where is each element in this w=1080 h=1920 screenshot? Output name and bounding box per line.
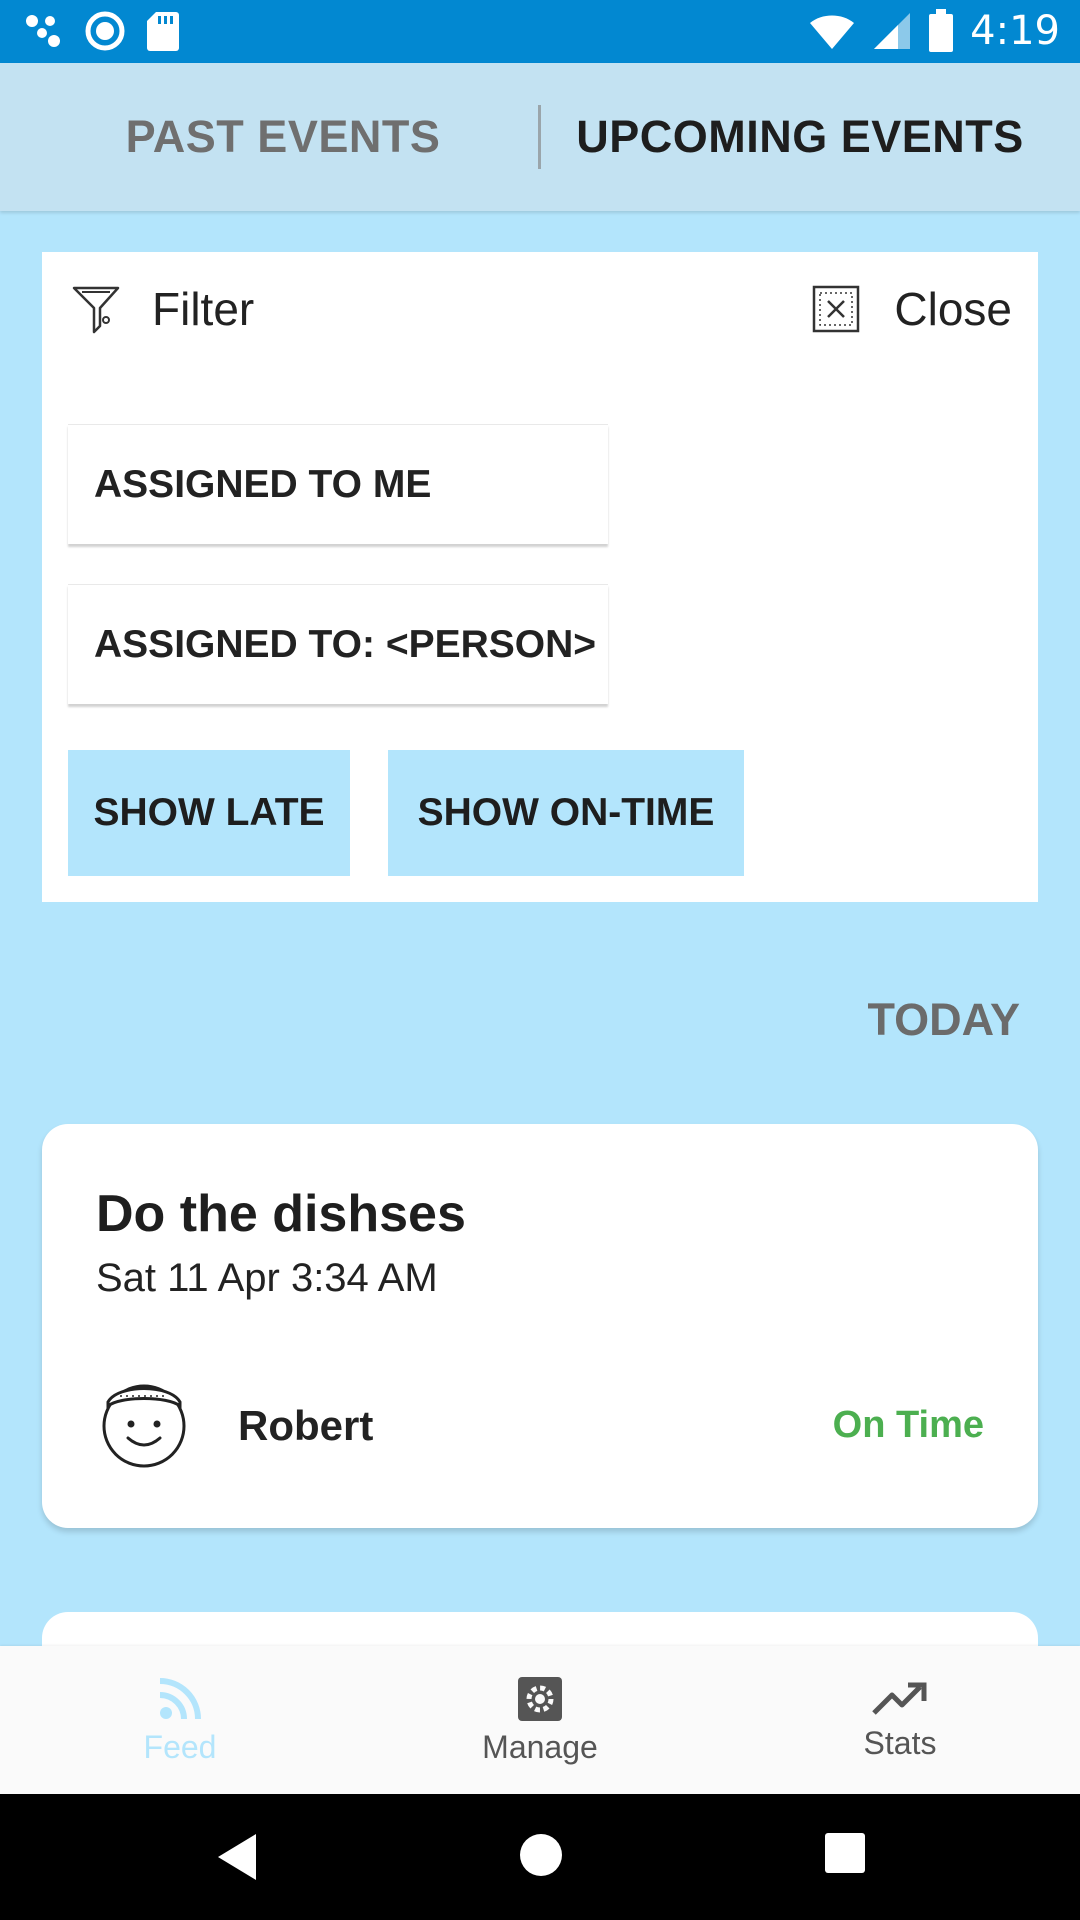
show-on-time-button[interactable]: SHOW ON-TIME [388, 750, 744, 876]
avatar-smiley-icon [102, 1384, 186, 1468]
rss-feed-icon [159, 1677, 201, 1719]
status-bar: 4:19 [0, 0, 1080, 63]
filter-header: Filter [72, 282, 254, 336]
status-badge: On Time [832, 1404, 984, 1446]
sd-card-icon [147, 12, 179, 51]
record-icon [85, 11, 125, 51]
nav-manage-label: Manage [482, 1728, 598, 1765]
nav-feed[interactable]: Feed [0, 1646, 360, 1794]
event-card[interactable]: Do the dishses Sat 11 Apr 3:34 AM Robert… [42, 1124, 1038, 1528]
tab-past-events[interactable]: PAST EVENTS [0, 63, 540, 211]
event-date: Sat 11 Apr 3:34 AM [96, 1256, 438, 1300]
event-title: Do the dishses [96, 1185, 466, 1243]
bottom-navigation: Feed Manage Stats [0, 1646, 1080, 1794]
dots-icon [26, 15, 60, 47]
filter-option-assigned-to-person[interactable]: ASSIGNED TO: <PERSON> [68, 584, 608, 704]
close-box-icon [813, 285, 860, 333]
back-icon[interactable] [216, 1832, 260, 1882]
nav-stats[interactable]: Stats [720, 1646, 1080, 1794]
trending-up-icon [872, 1682, 927, 1715]
event-tabs: PAST EVENTS UPCOMING EVENTS [0, 63, 1080, 211]
signal-icon [874, 13, 911, 49]
filter-title: Filter [152, 283, 255, 335]
gear-icon [518, 1676, 562, 1721]
show-late-button[interactable]: SHOW LATE [68, 750, 350, 876]
nav-stats-label: Stats [863, 1724, 937, 1761]
recents-icon[interactable] [824, 1832, 866, 1874]
wifi-icon [810, 15, 855, 49]
close-label: Close [894, 283, 1012, 335]
tab-upcoming-events[interactable]: UPCOMING EVENTS [540, 63, 1080, 211]
home-icon[interactable] [518, 1832, 564, 1878]
event-assignee: Robert [238, 1402, 374, 1449]
section-heading-today: TODAY [867, 994, 1020, 1045]
filter-funnel-icon [72, 286, 120, 334]
filter-option-assigned-to-me[interactable]: ASSIGNED TO ME [68, 424, 608, 544]
close-filter-button[interactable]: Close [812, 282, 1012, 336]
system-navigation-bar [0, 1794, 1080, 1920]
clock: 4:19 [970, 8, 1060, 54]
nav-feed-label: Feed [143, 1728, 217, 1765]
nav-manage[interactable]: Manage [360, 1646, 720, 1794]
battery-icon [929, 9, 954, 52]
